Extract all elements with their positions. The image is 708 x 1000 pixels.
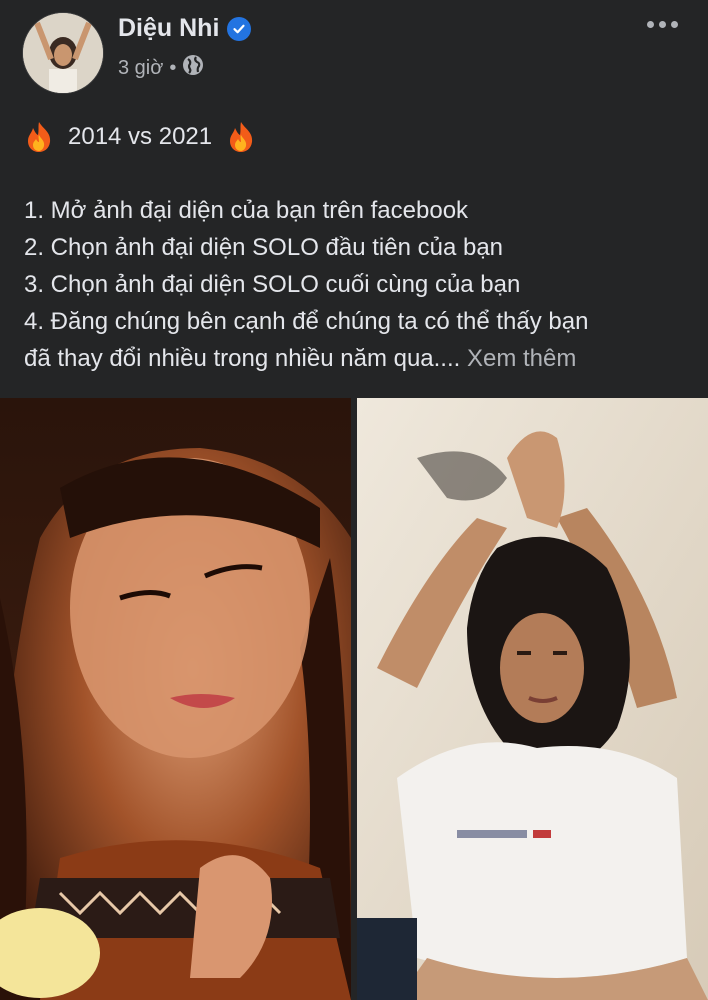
post-line: đã thay đổi nhiều trong nhiều năm qua...… bbox=[24, 345, 461, 372]
more-dot bbox=[659, 20, 666, 28]
author-name[interactable]: Diệu Nhi bbox=[118, 14, 219, 43]
photo-2014[interactable] bbox=[0, 398, 351, 1000]
globe-icon[interactable] bbox=[182, 54, 204, 82]
fire-emoji-icon bbox=[24, 121, 54, 153]
more-dot bbox=[671, 20, 678, 28]
fire-emoji-icon bbox=[226, 121, 256, 153]
more-options-icon[interactable] bbox=[647, 14, 678, 34]
post-meta: 3 giờ • bbox=[118, 54, 204, 82]
post-line-last: đã thay đổi nhiều trong nhiều năm qua...… bbox=[24, 340, 694, 377]
post-line: 1. Mở ảnh đại diện của bạn trên facebook bbox=[24, 197, 469, 224]
post-line: 2. Chọn ảnh đại diện SOLO đầu tiên của b… bbox=[24, 234, 504, 261]
see-more-link[interactable]: Xem thêm bbox=[467, 345, 576, 372]
post-header: Diệu Nhi 3 giờ • bbox=[0, 0, 708, 110]
author-name-row: Diệu Nhi bbox=[118, 14, 252, 43]
post-time[interactable]: 3 giờ bbox=[118, 57, 163, 80]
verified-badge-icon bbox=[227, 16, 252, 41]
facebook-post: Diệu Nhi 3 giờ • 2014 vs 2021 1. Mở ảnh … bbox=[0, 0, 708, 1000]
more-dot bbox=[647, 20, 654, 28]
post-line: 3. Chọn ảnh đại diện SOLO cuối cùng của … bbox=[24, 271, 521, 298]
photo-2021[interactable] bbox=[357, 398, 708, 1000]
author-avatar[interactable] bbox=[22, 12, 104, 94]
post-title-line: 2014 vs 2021 bbox=[24, 118, 694, 155]
meta-separator: • bbox=[169, 56, 177, 79]
post-text: 2014 vs 2021 1. Mở ảnh đại diện của bạn … bbox=[24, 118, 694, 377]
post-photos bbox=[0, 398, 708, 1000]
post-title: 2014 vs 2021 bbox=[68, 123, 213, 150]
post-line: 4. Đăng chúng bên cạnh để chúng ta có th… bbox=[24, 308, 589, 335]
